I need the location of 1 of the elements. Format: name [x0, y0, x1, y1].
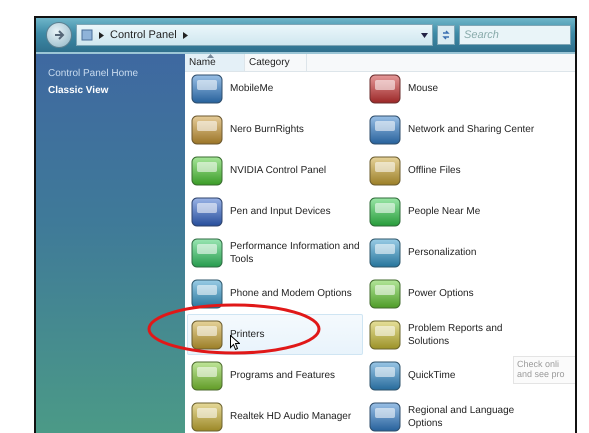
tooltip: Check onli and see pro	[513, 356, 575, 384]
